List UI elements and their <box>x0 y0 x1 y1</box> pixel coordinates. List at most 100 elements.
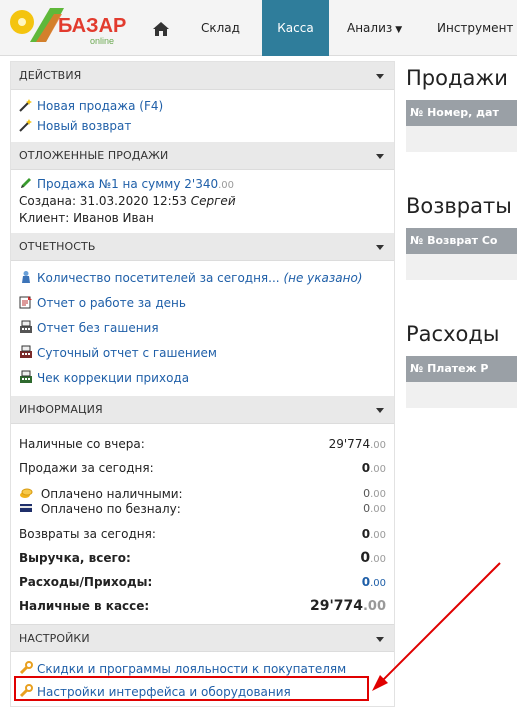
returns-today-cents: .00 <box>370 530 386 541</box>
sales-today-label: Продажи за сегодня: <box>19 461 154 475</box>
returns-today-value: 0.00 <box>362 522 386 546</box>
expenses-table-empty-row <box>406 382 517 408</box>
cash-yesterday-label: Наличные со вчера: <box>19 437 145 451</box>
sales-today-cents: .00 <box>370 464 386 475</box>
paid-cash-label-wrap: Оплачено наличными: <box>19 486 183 501</box>
section-header-settings[interactable]: НАСТРОЙКИ <box>11 624 394 652</box>
deferred-sale-link[interactable]: Продажа №1 на сумму 2'340.00 <box>19 176 386 193</box>
cash-in-register-int: 29'774 <box>309 598 363 614</box>
section-header-actions[interactable]: ДЕЙСТВИЯ <box>11 62 394 90</box>
paid-cash-value: 0.00 <box>363 486 386 501</box>
sales-today-row: Продажи за сегодня: 0.00 <box>19 456 386 480</box>
pencil-icon <box>21 178 31 188</box>
deferred-sale-cents: .00 <box>218 180 235 191</box>
new-sale-link[interactable]: Новая продажа (F4) <box>19 96 386 116</box>
new-return-label: Новый возврат <box>37 119 132 133</box>
correction-check-label: Чек коррекции прихода <box>37 371 190 385</box>
collapse-icon <box>376 154 384 159</box>
nav-tools[interactable]: Инструмент <box>437 0 513 56</box>
bazar-logo[interactable]: БАЗАР online <box>6 4 134 52</box>
expenses-title: Расходы <box>406 322 500 346</box>
day-report-link[interactable]: Отчет о работе за день <box>19 291 386 316</box>
section-title-settings: НАСТРОЙКИ <box>19 632 90 645</box>
sales-today-int: 0 <box>361 461 371 475</box>
returns-today-row: Возвраты за сегодня: 0.00 <box>19 522 386 546</box>
section-body-deferred: Продажа №1 на сумму 2'340.00 Создана: 31… <box>11 170 394 233</box>
daily-zero-report-link[interactable]: Суточный отчет с гашением <box>19 341 386 366</box>
collapse-icon <box>376 637 384 642</box>
revenue-label: Выручка, всего: <box>19 551 131 565</box>
section-title-reports: ОТЧЕТНОСТЬ <box>19 240 96 253</box>
logo-text: БАЗАР <box>58 15 126 37</box>
magic-wand-icon <box>19 99 32 112</box>
magic-wand-icon <box>19 119 32 132</box>
collapse-icon <box>376 245 384 250</box>
paid-card-cents: .00 <box>370 504 386 515</box>
cash-in-register-value: 29'774.00 <box>310 594 386 618</box>
nav-sklad[interactable]: Склад <box>201 0 240 56</box>
expenses-table-header: № Платеж Р <box>406 356 517 382</box>
expenses-cents: .00 <box>370 578 386 589</box>
cash-register-icon <box>20 345 32 358</box>
correction-check-link[interactable]: Чек коррекции прихода <box>19 366 386 391</box>
cash-in-register-cents: .00 <box>362 599 386 614</box>
cash-in-register-label: Наличные в кассе: <box>19 599 150 613</box>
no-zero-report-link[interactable]: Отчет без гашения <box>19 316 386 341</box>
no-zero-report-label: Отчет без гашения <box>37 321 159 335</box>
expenses-int: 0 <box>361 575 371 589</box>
day-report-label: Отчет о работе за день <box>37 296 186 310</box>
revenue-row: Выручка, всего: 0.00 <box>19 546 386 570</box>
daily-zero-report-label: Суточный отчет с гашением <box>37 346 217 360</box>
created-user: Сергей <box>190 194 236 208</box>
left-panel: ДЕЙСТВИЯ Новая продажа (F4) Новый возвра… <box>10 61 395 707</box>
paid-card-row: Оплачено по безналу: 0.00 <box>19 501 386 516</box>
paid-card-label: Оплачено по безналу: <box>40 502 181 516</box>
nav-analiz[interactable]: Анализ ▼ <box>347 0 402 56</box>
section-header-deferred[interactable]: ОТЛОЖЕННЫЕ ПРОДАЖИ <box>11 142 394 170</box>
cash-in-register-row: Наличные в кассе: 29'774.00 <box>19 594 386 618</box>
returns-section: Возвраты № Возврат Со <box>406 190 517 280</box>
nav-analiz-label: Анализ <box>347 21 393 35</box>
sales-today-value: 0.00 <box>362 456 386 480</box>
report-icon <box>19 296 32 309</box>
paid-cash-row: Оплачено наличными: 0.00 <box>19 486 386 501</box>
cash-yesterday-cents: .00 <box>370 440 386 451</box>
caret-down-icon: ▼ <box>395 25 403 35</box>
section-header-info[interactable]: ИНФОРМАЦИЯ <box>11 396 394 424</box>
section-body-actions: Новая продажа (F4) Новый возврат <box>11 90 394 142</box>
highlight-annotation-box <box>14 676 369 701</box>
cash-yesterday-value: 29'774.00 <box>329 432 386 456</box>
discounts-label: Скидки и программы лояльности к покупате… <box>37 662 347 676</box>
cash-register-icon <box>20 370 32 383</box>
created-label: Создана: 31.03.2020 12:53 <box>19 194 187 208</box>
top-navbar: БАЗАР online Склад Касса Анализ ▼ Инструм… <box>0 0 517 56</box>
visitors-label: Количество посетителей за сегодня... <box>37 271 280 285</box>
section-title-actions: ДЕЙСТВИЯ <box>19 69 82 82</box>
credit-card-icon <box>20 504 32 512</box>
nav-kassa[interactable]: Касса <box>262 0 329 56</box>
section-title-info: ИНФОРМАЦИЯ <box>19 403 103 416</box>
section-body-info: Наличные со вчера: 29'774.00 Продажи за … <box>11 424 394 624</box>
section-title-deferred: ОТЛОЖЕННЫЕ ПРОДАЖИ <box>19 149 169 162</box>
expenses-value: 0.00 <box>362 570 386 594</box>
expenses-row: Расходы/Приходы: 0.00 <box>19 570 386 594</box>
new-return-link[interactable]: Новый возврат <box>19 116 386 136</box>
returns-table-header: № Возврат Со <box>406 228 517 254</box>
cash-register-icon <box>20 320 32 333</box>
sales-table-header: № Номер, дат <box>406 100 517 126</box>
section-body-reports: Количество посетителей за сегодня... (не… <box>11 261 394 396</box>
logo-subtext: online <box>90 36 114 46</box>
visitors-status: (не указано) <box>283 271 363 285</box>
returns-today-int: 0 <box>361 527 371 541</box>
expenses-section: Расходы № Платеж Р <box>406 318 517 408</box>
section-header-reports[interactable]: ОТЧЕТНОСТЬ <box>11 233 394 261</box>
deferred-sale-created: Создана: 31.03.2020 12:53 Сергей <box>19 193 386 210</box>
home-icon[interactable] <box>150 18 172 40</box>
visitors-link[interactable]: Количество посетителей за сегодня... (не… <box>19 266 386 291</box>
returns-table-empty-row <box>406 254 517 280</box>
paid-cash-cents: .00 <box>370 489 386 500</box>
new-sale-label: Новая продажа (F4) <box>37 99 164 113</box>
paid-cash-label: Оплачено наличными: <box>40 487 183 501</box>
collapse-icon <box>376 74 384 79</box>
sales-section: Продажи № Номер, дат <box>406 62 517 152</box>
